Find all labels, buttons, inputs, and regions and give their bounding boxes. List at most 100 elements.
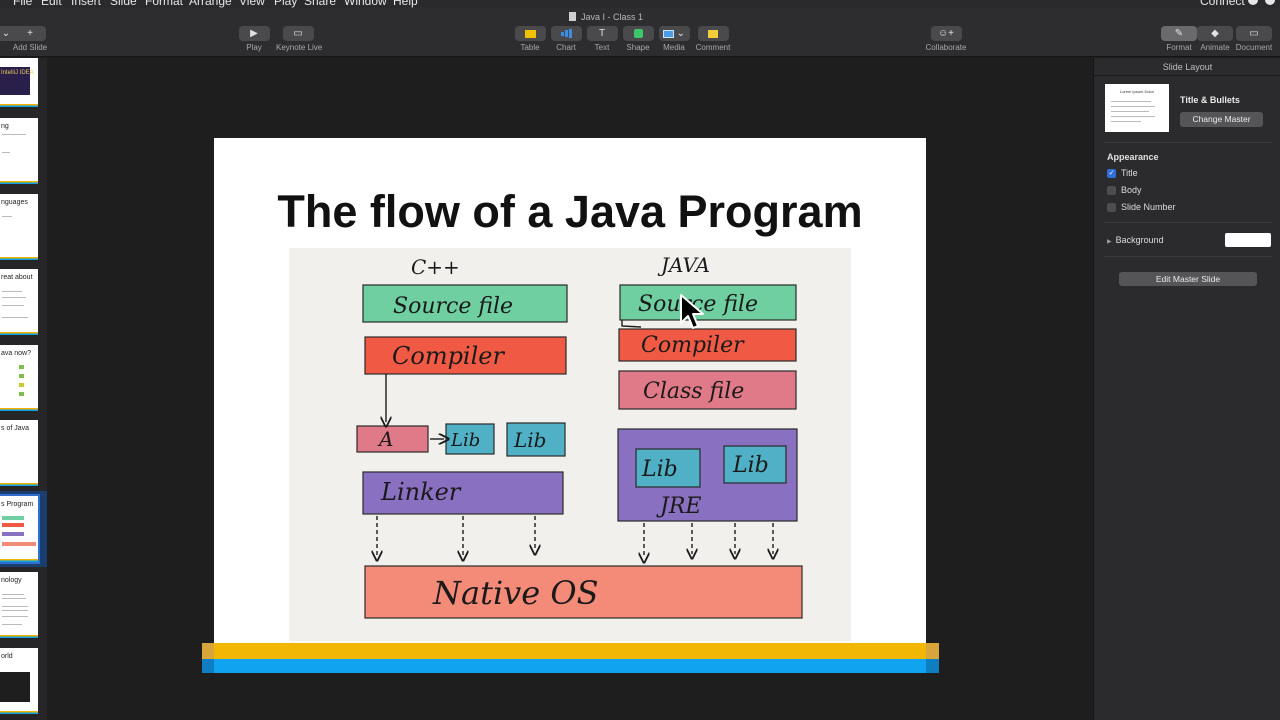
slide-thumbnail-title: s of Java <box>1 425 30 432</box>
layout-thumbnail[interactable]: Lorem Ipsum Dolor <box>1105 84 1169 132</box>
comment-label: Comment <box>695 43 731 52</box>
media-label: Media <box>663 43 685 52</box>
add-slide-label: Add Slide <box>12 43 48 52</box>
thumbnail-line <box>2 610 28 611</box>
document-button[interactable]: ▭ Document <box>1232 26 1276 52</box>
thumbnail-dot <box>19 374 24 378</box>
thumbnail-stripe <box>0 483 38 486</box>
background-color-well[interactable] <box>1225 233 1271 247</box>
checkbox-icon <box>1107 185 1116 195</box>
thumbnail-line <box>1111 111 1149 112</box>
menu-window[interactable]: Window <box>344 0 387 8</box>
slide-thumbnail-title: ng <box>1 123 9 130</box>
title-checkbox[interactable]: ✓ Title <box>1107 168 1138 178</box>
thumbnail-line <box>2 598 26 599</box>
comment-button[interactable]: Comment <box>691 26 735 52</box>
document-icon <box>568 12 576 21</box>
connect-menu[interactable]: Connect <box>1200 0 1245 8</box>
thumbnail-line <box>1111 106 1155 107</box>
slide-canvas[interactable]: The flow of a Java Program C++ JAVA Sour… <box>47 58 1093 720</box>
menu-bar: File Edit Insert Slide Format Arrange Vi… <box>0 0 1280 8</box>
menu-slide[interactable]: Slide <box>110 0 137 8</box>
thumbnail-line <box>2 616 28 617</box>
add-slide-button[interactable]: + Add Slide <box>8 26 52 52</box>
disclosure-triangle-icon: ▶ <box>1107 239 1112 245</box>
menu-share[interactable]: Share <box>304 0 336 8</box>
menu-arrange[interactable]: Arrange <box>189 0 232 8</box>
slide-navigator: IntelliJ IDEA ng nguages reat about ava … <box>0 58 47 720</box>
edit-master-slide-button[interactable]: Edit Master Slide <box>1119 272 1257 286</box>
chart-icon <box>550 26 582 41</box>
thumbnail-line <box>2 134 26 135</box>
thumbnail-stripe <box>0 559 38 562</box>
slide-thumbnail-2[interactable]: ng <box>0 118 38 184</box>
slide-thumbnail-title: IntelliJ IDEA <box>1 70 34 76</box>
slide-thumbnail-4[interactable]: reat about <box>0 269 38 335</box>
java-lib-label-1: Lib <box>641 457 678 482</box>
thumbnail-dot <box>19 383 24 387</box>
thumbnail-line <box>2 305 24 306</box>
thumbnail-line <box>2 624 22 625</box>
thumbnail-line <box>2 297 26 298</box>
plus-icon: + <box>14 26 46 41</box>
animate-button[interactable]: ◆ Animate <box>1193 26 1237 52</box>
cpp-heading: C++ <box>411 255 460 279</box>
title-checkbox-label: Title <box>1121 168 1138 178</box>
menu-insert[interactable]: Insert <box>71 0 101 8</box>
menu-view[interactable]: View <box>239 0 265 8</box>
checkmark-icon: ✓ <box>1107 168 1116 178</box>
java-flow-diagram[interactable]: C++ JAVA Source file Compiler A Lib Lib … <box>289 248 851 641</box>
mouse-pointer-icon <box>679 293 705 336</box>
java-jre-label: JRE <box>656 494 701 519</box>
slide-thumbnail-6[interactable]: s of Java <box>0 420 38 486</box>
window-title: Java I - Class 1 <box>0 12 1212 22</box>
menu-help[interactable]: Help <box>393 0 418 8</box>
thumbnail-dot <box>19 365 24 369</box>
thumbnail-line <box>2 291 22 292</box>
divider <box>1104 222 1272 223</box>
keynote-live-button[interactable]: ▭ Keynote Live <box>276 26 322 52</box>
collaborate-button[interactable]: ☺+ Collaborate <box>924 26 968 52</box>
slide-thumbnail-7[interactable]: s Program <box>0 494 40 564</box>
change-master-button[interactable]: Change Master <box>1180 112 1263 127</box>
keynote-live-icon: ▭ <box>282 26 314 41</box>
background-disclosure[interactable]: ▶ Background <box>1107 235 1164 245</box>
slide-thumbnail-5[interactable]: ava now? <box>0 345 38 411</box>
slide-thumbnail-title: reat about <box>1 274 33 281</box>
menu-edit[interactable]: Edit <box>41 0 62 8</box>
slide[interactable]: The flow of a Java Program C++ JAVA Sour… <box>214 138 926 673</box>
window-title-text: Java I - Class 1 <box>580 12 644 22</box>
layout-thumbnail-title: Lorem Ipsum Dolor <box>1119 89 1154 94</box>
status-icon-2[interactable] <box>1265 0 1275 5</box>
java-heading: JAVA <box>657 253 710 277</box>
media-button[interactable]: ⌄ Media <box>652 26 696 52</box>
slide-title[interactable]: The flow of a Java Program <box>214 186 926 238</box>
thumbnail-block <box>2 542 36 546</box>
status-icon[interactable] <box>1248 0 1258 5</box>
play-label: Play <box>246 43 262 52</box>
cpp-lib-label-2: Lib <box>513 428 546 452</box>
slide-thumbnail-8[interactable]: nology <box>0 572 38 638</box>
thumbnail-image <box>0 672 30 702</box>
slide-number-checkbox-label: Slide Number <box>1121 202 1176 212</box>
slide-number-checkbox[interactable]: Slide Number <box>1107 202 1176 212</box>
menu-format[interactable]: Format <box>145 0 183 8</box>
native-os-label: Native OS <box>432 574 599 612</box>
play-button[interactable]: ▶ Play <box>232 26 276 52</box>
menu-file[interactable]: File <box>13 0 32 8</box>
thumbnail-line <box>1111 121 1141 122</box>
slide-stripe-blue <box>214 659 926 673</box>
thumbnail-line <box>2 152 10 153</box>
slide-thumbnail-9[interactable]: orld <box>0 648 38 714</box>
slide-thumbnail-1[interactable]: IntelliJ IDEA <box>0 58 38 107</box>
format-inspector: Slide Layout Lorem Ipsum Dolor Title & B… <box>1093 58 1280 720</box>
java-lib-label-2: Lib <box>732 453 769 478</box>
slide-thumbnail-3[interactable]: nguages <box>0 194 38 260</box>
text-icon: T <box>586 26 618 41</box>
play-icon: ▶ <box>238 26 270 41</box>
diagram-svg: C++ JAVA Source file Compiler A Lib Lib … <box>356 253 803 619</box>
menu-play[interactable]: Play <box>274 0 297 8</box>
thumbnail-line <box>2 594 24 595</box>
animate-label: Animate <box>1200 43 1230 52</box>
body-checkbox[interactable]: Body <box>1107 185 1142 195</box>
